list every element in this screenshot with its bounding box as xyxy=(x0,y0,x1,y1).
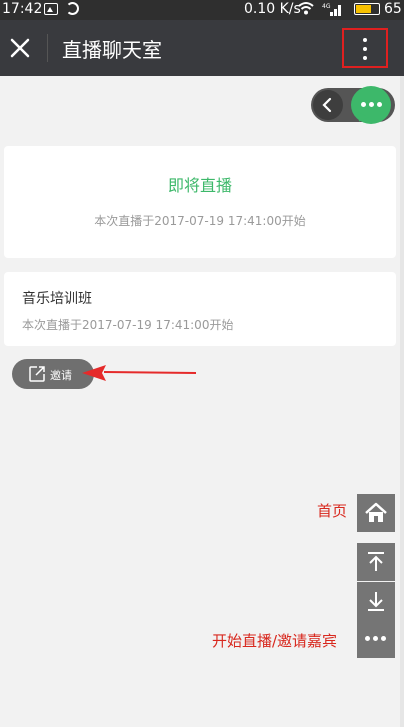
screen: 17:42 0.10 K/s 4G 65 直播聊天室 即将直播 本次直播于201… xyxy=(0,0,404,727)
live-status-card: 即将直播 本次直播于2017-07-19 17:41:00开始 xyxy=(4,146,396,258)
share-edit-icon xyxy=(29,366,45,382)
status-bar: 17:42 0.10 K/s 4G 65 xyxy=(0,0,404,20)
start-annotation-label: 开始直播/邀请嘉宾 xyxy=(212,632,338,650)
battery-percent: 65 xyxy=(384,1,402,17)
vertical-dots-icon xyxy=(363,38,367,60)
course-start-time: 本次直播于2017-07-19 17:41:00开始 xyxy=(22,318,234,332)
image-notification-icon xyxy=(44,3,58,15)
chat-toggle[interactable] xyxy=(311,86,395,125)
annotation-arrow-icon xyxy=(82,365,196,381)
home-button[interactable] xyxy=(357,494,395,532)
battery-fill xyxy=(356,5,371,13)
network-type: 4G xyxy=(322,3,331,10)
scroll-bottom-icon xyxy=(368,592,384,611)
title-divider xyxy=(47,34,48,62)
home-icon xyxy=(365,502,387,522)
scroll-bottom-button[interactable] xyxy=(357,582,395,620)
more-menu-button[interactable] xyxy=(342,28,388,68)
chat-bubble-dots-icon[interactable] xyxy=(351,86,391,125)
title-bar: 直播聊天室 xyxy=(0,20,404,76)
wifi-icon xyxy=(298,2,314,15)
scroll-top-button[interactable] xyxy=(357,543,395,581)
course-card[interactable]: 音乐培训班 本次直播于2017-07-19 17:41:00开始 xyxy=(4,272,396,346)
status-time: 17:42 xyxy=(2,1,43,17)
chevron-left-icon xyxy=(322,97,332,113)
right-edge xyxy=(400,76,404,727)
live-status-text: 即将直播 xyxy=(167,176,232,195)
network-speed: 0.10 K/s xyxy=(244,1,301,17)
live-start-time: 本次直播于2017-07-19 17:41:00开始 xyxy=(94,214,306,228)
more-actions-button[interactable] xyxy=(357,620,395,658)
course-name: 音乐培训班 xyxy=(22,291,92,307)
page-title: 直播聊天室 xyxy=(62,38,162,62)
scroll-top-icon xyxy=(368,552,384,571)
home-annotation-label: 首页 xyxy=(317,502,348,520)
battery-icon xyxy=(354,3,380,15)
sync-icon xyxy=(66,2,79,15)
close-icon[interactable] xyxy=(6,34,34,62)
horizontal-dots-icon xyxy=(365,636,389,641)
cell-signal-icon: 4G xyxy=(322,3,341,16)
invite-label: 邀请 xyxy=(50,369,72,382)
